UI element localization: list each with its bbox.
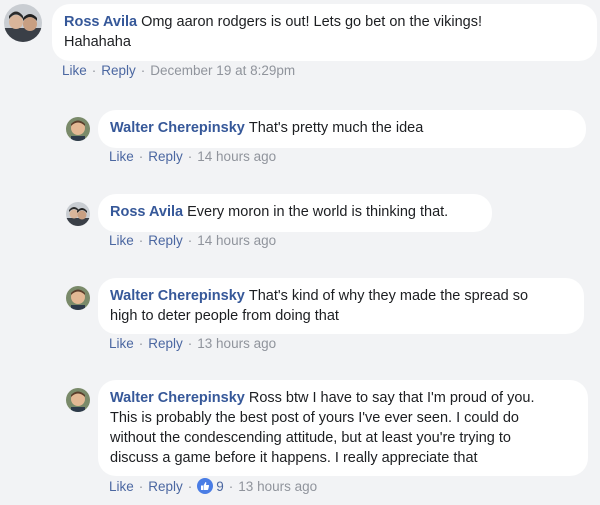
like-link[interactable]: Like	[62, 63, 87, 78]
timestamp[interactable]: 13 hours ago	[197, 336, 276, 351]
timestamp[interactable]: 14 hours ago	[197, 233, 276, 248]
comment-actions: Like · Reply · 14 hours ago	[109, 149, 276, 164]
comment-actions: Like · Reply · December 19 at 8:29pm	[62, 63, 295, 78]
separator-dot: ·	[138, 478, 144, 494]
reply-link[interactable]: Reply	[148, 336, 183, 351]
avatar-walter-cherepinsky[interactable]	[66, 286, 90, 310]
comment-text-line: Ross btw I have to say that I'm proud of…	[248, 390, 535, 406]
like-link[interactable]: Like	[109, 336, 134, 351]
comment-bubble: Walter Cherepinsky That's kind of why the…	[98, 278, 584, 334]
reply-link[interactable]: Reply	[148, 233, 183, 248]
avatar-walter-cherepinsky[interactable]	[66, 388, 90, 412]
comment-bubble: Ross Avila Every moron in the world is th…	[98, 194, 492, 232]
reply-link[interactable]: Reply	[148, 149, 183, 164]
like-link[interactable]: Like	[109, 479, 134, 494]
separator-dot: ·	[138, 149, 144, 164]
comment-bubble: Walter Cherepinsky Ross btw I have to say…	[98, 380, 588, 476]
separator-dot: ·	[138, 233, 144, 248]
author-name[interactable]: Walter Cherepinsky	[110, 390, 245, 406]
comment-text-line: That's kind of why they made the spread …	[248, 288, 529, 304]
separator-dot: ·	[138, 336, 144, 351]
comment-actions: Like · Reply · 13 hours ago	[109, 336, 276, 351]
reply-link[interactable]: Reply	[148, 479, 183, 494]
separator-dot: ·	[228, 478, 234, 494]
separator-dot: ·	[140, 63, 146, 78]
comment-text-line: Every moron in the world is thinking tha…	[187, 204, 449, 220]
like-link[interactable]: Like	[109, 233, 134, 248]
comment-text-line: This is probably the best post of yours …	[110, 410, 519, 426]
timestamp[interactable]: 13 hours ago	[238, 479, 317, 494]
thumbs-up-icon[interactable]	[197, 478, 214, 494]
comment-bubble: Ross Avila Omg aaron rodgers is out! Lets…	[52, 4, 597, 61]
comment-text-line: high to deter people from doing that	[110, 308, 339, 324]
separator-dot: ·	[91, 63, 97, 78]
author-name[interactable]: Ross Avila	[110, 204, 183, 220]
timestamp[interactable]: 14 hours ago	[197, 149, 276, 164]
separator-dot: ·	[187, 149, 193, 164]
comment-text-line: without the condescending attitude, but …	[110, 430, 511, 446]
comment-text-line: discuss a game before it happens. I real…	[110, 450, 478, 466]
separator-dot: ·	[187, 233, 193, 248]
comment-text-line: Hahahaha	[64, 34, 131, 50]
comment-actions: Like · Reply · 9 · 13 hours ago	[109, 478, 317, 494]
like-link[interactable]: Like	[109, 149, 134, 164]
author-name[interactable]: Ross Avila	[64, 14, 137, 30]
separator-dot: ·	[187, 478, 193, 494]
reply-link[interactable]: Reply	[101, 63, 136, 78]
comment-actions: Like · Reply · 14 hours ago	[109, 233, 276, 248]
timestamp[interactable]: December 19 at 8:29pm	[150, 63, 295, 78]
author-name[interactable]: Walter Cherepinsky	[110, 120, 245, 136]
author-name[interactable]: Walter Cherepinsky	[110, 288, 245, 304]
avatar-walter-cherepinsky[interactable]	[66, 117, 90, 141]
comment-text-line: That's pretty much the idea	[248, 120, 424, 136]
reaction-count[interactable]: 9	[216, 479, 224, 494]
separator-dot: ·	[187, 336, 193, 351]
comment-bubble: Walter Cherepinsky That's pretty much the…	[98, 110, 586, 148]
comment-text-line: Omg aaron rodgers is out! Lets go bet on…	[141, 14, 483, 30]
avatar-ross-avila[interactable]	[66, 202, 90, 226]
avatar-ross-avila[interactable]	[4, 4, 42, 42]
